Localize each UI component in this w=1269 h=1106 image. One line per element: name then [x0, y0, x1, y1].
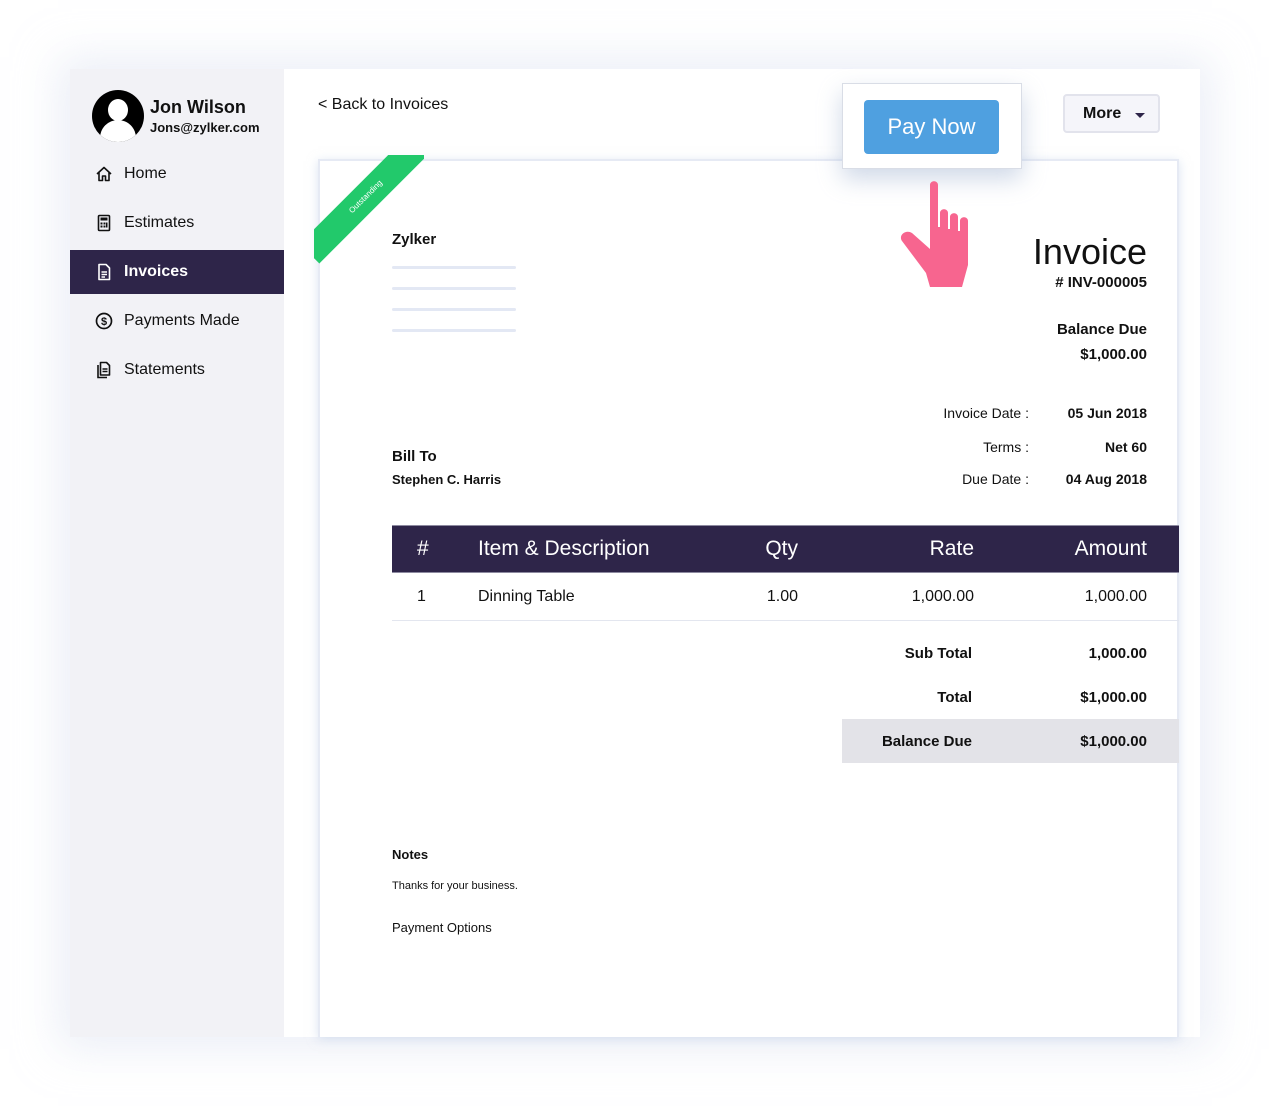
dollar-circle-icon: $ — [95, 312, 113, 330]
home-icon — [95, 165, 113, 183]
invoice-sheet: Outstanding Zylker Invoice # INV-000005 … — [314, 155, 1179, 1037]
sidebar-item-statements[interactable]: Statements — [70, 348, 284, 392]
total-label: Total — [937, 688, 972, 706]
invoice-number: # INV-000005 — [1055, 274, 1147, 291]
address-placeholder-line — [392, 266, 516, 269]
cell-description: Dinning Table — [464, 572, 714, 621]
due-date-row: Due Date : 04 Aug 2018 — [747, 471, 1147, 487]
meta-value: 05 Jun 2018 — [1067, 405, 1147, 421]
payment-options-label: Payment Options — [392, 920, 492, 935]
pointer-hand-icon — [900, 181, 968, 287]
user-name: Jon Wilson — [150, 96, 246, 117]
meta-value: 04 Aug 2018 — [1065, 471, 1147, 487]
table-row: 1 Dinning Table 1.00 1,000.00 1,000.00 — [392, 572, 1179, 621]
more-label: More — [1083, 104, 1122, 122]
svg-text:$: $ — [101, 316, 107, 328]
balance-due-row: Balance Due $1,000.00 — [842, 719, 1179, 763]
caret-down-icon — [1135, 112, 1146, 118]
pay-now-button[interactable]: Pay Now — [864, 100, 999, 154]
sidebar-item-label: Home — [124, 165, 167, 182]
invoice-title: Invoice — [1032, 231, 1147, 272]
address-placeholder-line — [392, 287, 516, 290]
status-ribbon: Outstanding — [314, 155, 424, 265]
more-dropdown-button[interactable]: More — [1063, 94, 1160, 133]
main-content: < Back to Invoices Pay Now More Outstand… — [284, 69, 1200, 1037]
sidebar-item-label: Invoices — [124, 263, 189, 280]
app-window: Jon Wilson Jons@zylker.com Home Estimate… — [70, 69, 1200, 1037]
user-email: Jons@zylker.com — [150, 119, 260, 135]
balance-due-value: $1,000.00 — [1080, 346, 1147, 363]
meta-value: Net 60 — [1104, 439, 1147, 455]
sidebar-item-home[interactable]: Home — [70, 152, 284, 196]
avatar — [92, 90, 144, 142]
balance-due-total-label: Balance Due — [881, 732, 972, 750]
document-icon — [95, 263, 113, 281]
column-header-amount: Amount — [974, 525, 1179, 573]
meta-label: Invoice Date : — [943, 405, 1029, 421]
bill-to-name: Stephen C. Harris — [392, 472, 502, 487]
total-value: $1,000.00 — [1080, 688, 1147, 706]
sidebar-item-payments-made[interactable]: $ Payments Made — [70, 299, 284, 343]
balance-due-total-value: $1,000.00 — [1080, 732, 1147, 750]
cell-amount: 1,000.00 — [974, 572, 1179, 621]
subtotal-row: Sub Total 1,000.00 — [842, 631, 1179, 675]
pay-now-callout: Pay Now — [842, 83, 1022, 169]
subtotal-label: Sub Total — [904, 644, 972, 662]
total-row: Total $1,000.00 — [842, 675, 1179, 719]
subtotal-value: 1,000.00 — [1088, 644, 1147, 662]
invoice-date-row: Invoice Date : 05 Jun 2018 — [747, 405, 1147, 421]
terms-row: Terms : Net 60 — [747, 439, 1147, 455]
column-header-number: # — [392, 525, 464, 573]
sidebar-item-invoices[interactable]: Invoices — [70, 250, 284, 294]
totals-section: Sub Total 1,000.00 Total $1,000.00 Balan… — [842, 631, 1179, 763]
sidebar-item-estimates[interactable]: Estimates — [70, 201, 284, 245]
user-profile: Jon Wilson Jons@zylker.com — [92, 90, 260, 142]
address-placeholder-line — [392, 329, 516, 332]
sidebar: Jon Wilson Jons@zylker.com Home Estimate… — [70, 69, 284, 1037]
meta-label: Terms : — [983, 439, 1029, 455]
sidebar-item-label: Estimates — [124, 214, 195, 231]
address-placeholder-line — [392, 308, 516, 311]
sidebar-item-label: Statements — [124, 361, 205, 378]
line-items-table: # Item & Description Qty Rate Amount 1 D… — [392, 525, 1179, 621]
cell-rate: 1,000.00 — [834, 572, 974, 621]
notes-text: Thanks for your business. — [392, 880, 518, 892]
column-header-rate: Rate — [834, 525, 974, 573]
calculator-icon — [95, 214, 113, 232]
sidebar-item-label: Payments Made — [124, 312, 240, 329]
statements-icon — [95, 361, 113, 379]
meta-label: Due Date : — [962, 471, 1029, 487]
company-name: Zylker — [392, 231, 437, 248]
cell-number: 1 — [392, 572, 464, 621]
back-to-invoices-link[interactable]: < Back to Invoices — [318, 96, 448, 114]
column-header-description: Item & Description — [464, 525, 714, 573]
table-header-row: # Item & Description Qty Rate Amount — [392, 525, 1179, 573]
cell-qty: 1.00 — [714, 572, 834, 621]
sidebar-nav: Home Estimates Invoices $ Payments Made — [70, 152, 284, 397]
column-header-qty: Qty — [714, 525, 834, 573]
balance-due-label: Balance Due — [1056, 321, 1147, 338]
notes-label: Notes — [392, 847, 429, 862]
bill-to-label: Bill To — [392, 448, 437, 465]
